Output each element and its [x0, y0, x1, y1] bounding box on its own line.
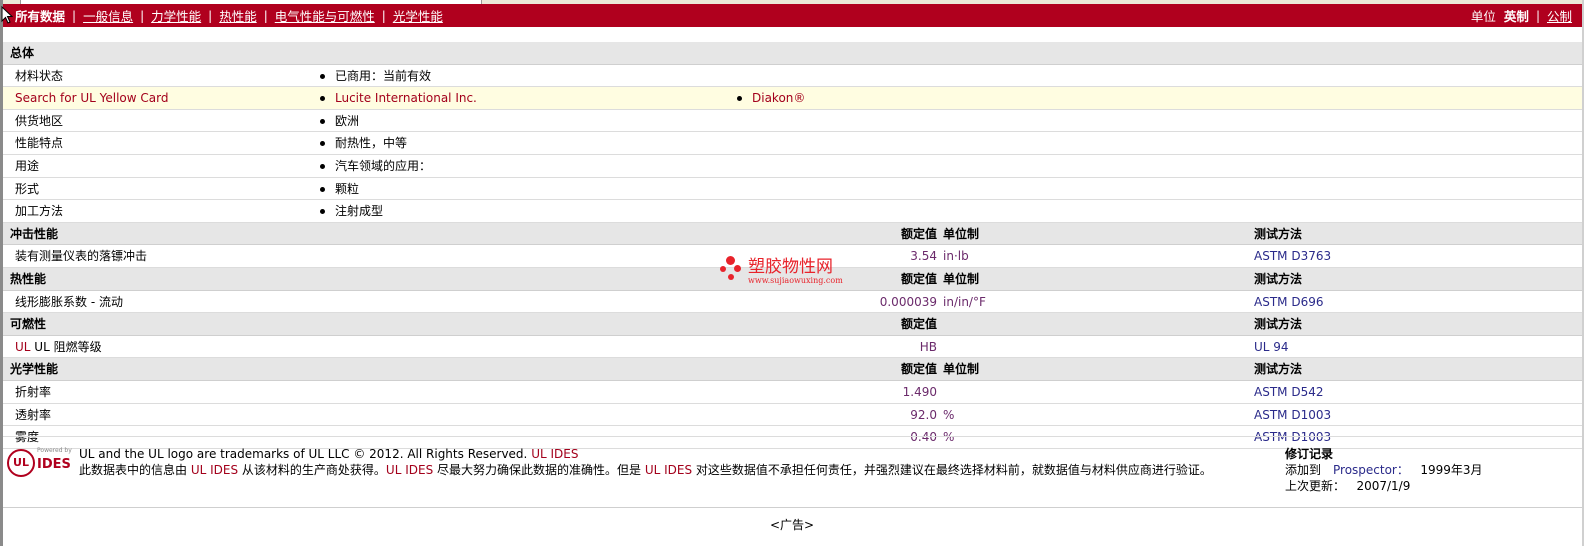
disclaimer: 此数据表中的信息由 UL IDES 从该材料的生产商处获得。UL IDES 尽最…: [79, 463, 1212, 477]
nav-tab-electrical[interactable]: 电气性能与可燃性: [275, 6, 375, 25]
top-nav: 所有数据 | 一般信息 | 力学性能 | 热性能 | 电气性能与可燃性 | 光学…: [1, 4, 1582, 27]
unit-metric[interactable]: 公制: [1547, 6, 1572, 25]
section-title: 总体: [10, 46, 35, 60]
datasheet-table: 总体 材料状态 已商用：当前有效 Search for UL Yellow Ca…: [3, 42, 1582, 449]
nav-tab-thermal[interactable]: 热性能: [219, 6, 257, 25]
nav-tab-optical[interactable]: 光学性能: [393, 6, 443, 25]
table-row: 加工方法 注射成型: [3, 200, 1582, 223]
table-row: UL UL 阻燃等级 HB UL 94: [3, 336, 1582, 359]
table-row: 材料状态 已商用：当前有效: [3, 65, 1582, 88]
ul-yellow-card-link[interactable]: Search for UL Yellow Card: [15, 87, 168, 109]
mouse-cursor-icon: [1, 4, 15, 27]
table-row-ul-yellow-card: Search for UL Yellow Card Lucite Interna…: [3, 87, 1582, 110]
unit-switcher: 单位 英制 | 公制: [1471, 6, 1582, 25]
table-row: 折射率 1.490 ASTM D542: [3, 381, 1582, 404]
section-header-general: 总体: [3, 42, 1582, 65]
section-header-optical: 光学性能 额定值 单位制 测试方法: [3, 358, 1582, 381]
ul-ides-link[interactable]: UL IDES: [531, 447, 578, 461]
table-row: 线形膨胀系数 - 流动 0.000039 in/in/°F ASTM D696: [3, 291, 1582, 314]
section-header-impact: 冲击性能 额定值 单位制 测试方法: [3, 222, 1582, 246]
nav-tab-general[interactable]: 一般信息: [83, 6, 133, 25]
table-row: 用途 汽车领域的应用：: [3, 155, 1582, 178]
ad-label: <广告>: [769, 518, 815, 532]
page: 所有数据 | 一般信息 | 力学性能 | 热性能 | 电气性能与可燃性 | 光学…: [0, 0, 1584, 546]
units-label: 单位: [1470, 9, 1496, 24]
ul-ides-logo: UL Powered by IDES: [7, 447, 73, 479]
trademark-line: UL and the UL logo are trademarks of UL …: [79, 447, 579, 461]
ul-flammability-link[interactable]: UL UL 阻燃等级: [15, 336, 102, 358]
unit-imperial[interactable]: 英制: [1504, 6, 1529, 25]
footer: UL Powered by IDES UL and the UL logo ar…: [3, 436, 1582, 509]
supplier-link[interactable]: Lucite International Inc.: [335, 91, 477, 105]
nav-tab-all-data[interactable]: 所有数据: [15, 6, 65, 25]
tradename-link[interactable]: Diakon®: [752, 91, 805, 105]
watermark-dots-icon: [720, 256, 744, 286]
table-row: 供货地区 欧洲: [3, 110, 1582, 133]
nav-tab-mechanical[interactable]: 力学性能: [151, 6, 201, 25]
table-row: 透射率 92.0 % ASTM D1003: [3, 404, 1582, 427]
table-row: 性能特点 耐热性，中等: [3, 132, 1582, 155]
watermark-logo: 塑胶物性网 www.sujiaowuxing.com: [720, 256, 843, 286]
revision-history: 修订记录 添加到 Prospector： 1999年3月 上次更新： 2007/1…: [1285, 447, 1483, 493]
section-header-flammability: 可燃性 额定值 测试方法: [3, 313, 1582, 336]
table-row: 形式 颗粒: [3, 178, 1582, 201]
